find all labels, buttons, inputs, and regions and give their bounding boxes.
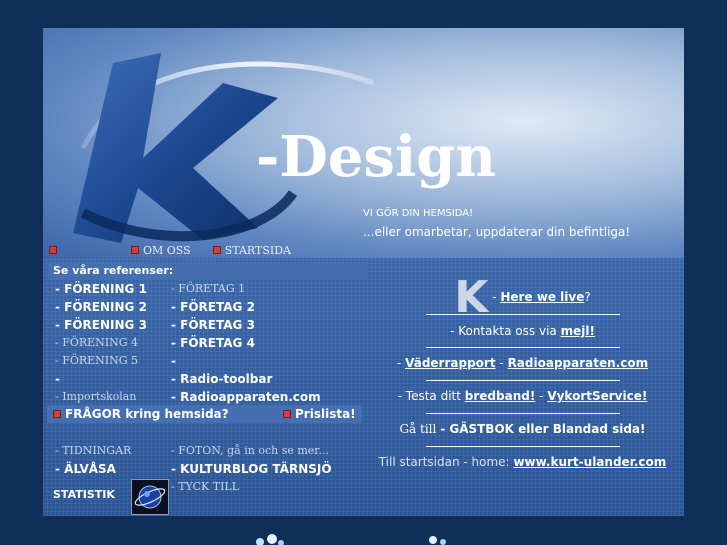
list-item[interactable]: - KULTURBLOG TÄRNSJÖ	[171, 460, 332, 478]
list-item[interactable]: - FÖRENING 2	[55, 298, 147, 316]
right-panel: K - Here we live? - Kontakta oss via mej…	[361, 262, 684, 516]
list-item[interactable]: -	[171, 352, 321, 370]
forening-list: - FÖRENING 1 - FÖRENING 2 - FÖRENING 3 -…	[55, 280, 147, 406]
list-item[interactable]: - FÖRENING 4	[55, 334, 147, 352]
lower-right-list: - FOTON, gå in och se mer... - KULTURBLO…	[171, 442, 332, 496]
guestbook-line: Gå till - GÄSTBOK eller Blandad sida!	[399, 422, 646, 436]
list-item[interactable]: -	[55, 370, 147, 388]
test-line: - Testa ditt bredband! - VykortService!	[397, 389, 648, 403]
here-we-live-link[interactable]: Here we live	[500, 290, 584, 304]
bullet-icon	[283, 410, 291, 418]
subtagline: ...eller omarbetar, uppdaterar din befin…	[363, 225, 631, 239]
statistik-link[interactable]: STATISTIK	[53, 488, 115, 501]
list-item[interactable]: - TIDNINGAR	[55, 442, 131, 460]
site-frame: -Design VI GÖR DIN HEMSIDA! ...eller oma…	[43, 28, 684, 516]
here-we-live-line: K - Here we live?	[454, 272, 591, 323]
divider	[426, 314, 620, 315]
list-item[interactable]: - FÖRENING 1	[55, 280, 147, 298]
nav-item-startsida[interactable]: STARTSIDA	[212, 244, 291, 257]
logo-word: -Design	[256, 124, 497, 190]
list-item[interactable]: - FÖRENING 3	[55, 316, 147, 334]
tagline: VI GÖR DIN HEMSIDA!	[363, 208, 474, 219]
divider	[426, 446, 620, 447]
list-item[interactable]: - FOTON, gå in och se mer...	[171, 442, 332, 460]
bullet-icon	[49, 246, 57, 254]
top-nav: OM OSS STARTSIDA	[49, 242, 313, 258]
vykort-link[interactable]: VykortService!	[547, 389, 647, 403]
list-item[interactable]: - FÖRETAG 2	[171, 298, 321, 316]
bullet-icon	[53, 410, 61, 418]
weather-link[interactable]: Väderrapport	[405, 356, 495, 370]
list-item[interactable]: - FÖRETAG 1	[171, 280, 321, 298]
statistics-icon[interactable]	[131, 479, 169, 515]
guestbook-link[interactable]: - GÄSTBOK eller Blandad sida!	[440, 422, 645, 436]
list-item[interactable]: - FÖRETAG 4	[171, 334, 321, 352]
list-item[interactable]: - ÄLVÅSA	[55, 460, 131, 478]
faq-link[interactable]: FRÅGOR kring hemsida?	[53, 405, 229, 423]
references-heading: Se våra referenser:	[47, 262, 368, 280]
bubbles-icon	[256, 534, 284, 545]
nav-item-om-oss[interactable]: OM OSS	[131, 244, 191, 257]
questions-bar: FRÅGOR kring hemsida? Prislista!	[47, 405, 362, 423]
header-banner: -Design VI GÖR DIN HEMSIDA! ...eller oma…	[43, 28, 684, 260]
bullet-icon	[131, 246, 139, 254]
price-list-link[interactable]: Prislista!	[283, 405, 356, 423]
radio-link[interactable]: Radioapparaten.com	[508, 356, 649, 370]
divider	[426, 380, 620, 381]
home-line: Till startsidan - home: www.kurt-ulander…	[378, 455, 667, 469]
email-link[interactable]: mejl!	[561, 324, 595, 338]
bullet-icon	[212, 246, 221, 254]
contact-line: - Kontakta oss via mejl!	[450, 324, 595, 338]
list-item[interactable]: - Radioapparaten.com	[171, 388, 321, 406]
foretag-list: - FÖRETAG 1 - FÖRETAG 2 - FÖRETAG 3 - FÖ…	[171, 280, 321, 406]
k-letter: K	[454, 272, 489, 323]
list-item[interactable]: - Radio-toolbar	[171, 370, 321, 388]
divider	[426, 413, 620, 414]
bubbles-icon	[429, 536, 446, 545]
list-item[interactable]: - TYCK TILL	[171, 478, 332, 496]
lower-left-list: - TIDNINGAR - ÄLVÅSA	[55, 442, 131, 478]
divider	[426, 347, 620, 348]
list-item[interactable]: - FÖRENING 5	[55, 352, 147, 370]
broadband-test-link[interactable]: bredband!	[465, 389, 536, 403]
list-item[interactable]: - Importskolan	[55, 388, 147, 406]
home-link[interactable]: www.kurt-ulander.com	[513, 455, 666, 469]
weather-line: - Väderrapport - Radioapparaten.com	[396, 356, 649, 370]
list-item[interactable]: - FÖRETAG 3	[171, 316, 321, 334]
nav-item-empty[interactable]	[49, 246, 109, 254]
